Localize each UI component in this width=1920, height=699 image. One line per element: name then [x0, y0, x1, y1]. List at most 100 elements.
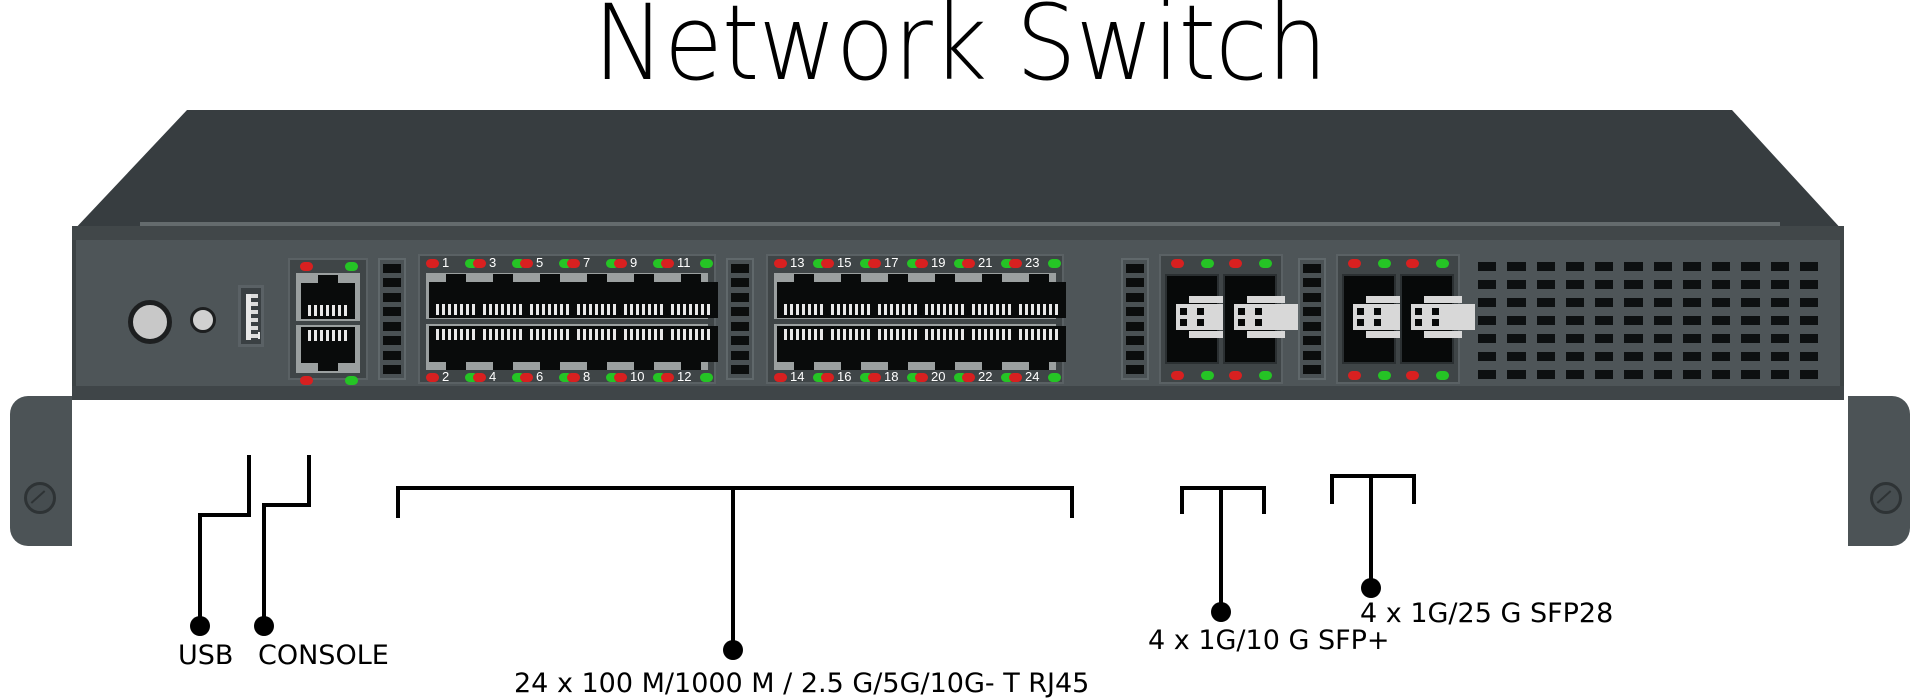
console-led-green-top: [345, 262, 358, 271]
rj45-port-7[interactable]: [570, 274, 624, 318]
rj45-port-17[interactable]: [871, 274, 925, 318]
rj45-port-number-4: 4: [489, 369, 497, 384]
rj45-led-red-15: [821, 259, 834, 268]
console-leader-v1: [307, 455, 311, 505]
rj45-led-red-22: [962, 373, 975, 382]
mode-button[interactable]: [190, 307, 216, 333]
rj45-port-22[interactable]: [965, 326, 1019, 370]
rj45-port-5[interactable]: [523, 274, 577, 318]
rj45-led-green-23: [1048, 259, 1061, 268]
callout-label-rj45: 24 x 100 M/1000 M / 2.5 G/5G/10G- T RJ45: [514, 668, 1090, 699]
rj45-led-red-2: [426, 373, 439, 382]
rj45-led-red-23: [1009, 259, 1022, 268]
sfp28-group-led-bottom-1: [1348, 371, 1361, 380]
rj45-led-red-3: [473, 259, 486, 268]
rj45-led-red-17: [868, 259, 881, 268]
sfp28-group-cage-2[interactable]: [1400, 274, 1475, 364]
rj45-port-21[interactable]: [965, 274, 1019, 318]
rj45-port-number-17: 17: [884, 255, 899, 270]
rj45-led-red-21: [962, 259, 975, 268]
sfpplus-bracket-top: [1180, 486, 1266, 490]
rj45-port-number-23: 23: [1025, 255, 1040, 270]
rj45-port-20[interactable]: [918, 326, 972, 370]
rj45-port-23[interactable]: [1012, 274, 1066, 318]
console-port-2[interactable]: [301, 327, 355, 371]
rj45-led-red-20: [915, 373, 928, 382]
sfp-plus-group-cage-2[interactable]: [1223, 274, 1298, 364]
rj45-port-18[interactable]: [871, 326, 925, 370]
sfp28-bracket-top: [1330, 474, 1416, 478]
chassis-face-edge-left: [72, 240, 76, 400]
rj45-port-number-24: 24: [1025, 369, 1040, 384]
rj45-port-11[interactable]: [664, 274, 718, 318]
sfp28-bracket-stem: [1369, 474, 1373, 584]
rack-ear-left: [10, 396, 72, 546]
vent-strip-4: [1298, 258, 1326, 380]
rj45-port-15[interactable]: [824, 274, 878, 318]
page-title: Network Switch: [593, 0, 1327, 104]
rj45-led-red-7: [567, 259, 580, 268]
rj45-port-number-18: 18: [884, 369, 899, 384]
rj45-port-19[interactable]: [918, 274, 972, 318]
rj45-port-1[interactable]: [429, 274, 483, 318]
rj45-port-3[interactable]: [476, 274, 530, 318]
rj45-port-10[interactable]: [617, 326, 671, 370]
rj45-port-13[interactable]: [777, 274, 831, 318]
rj45-led-red-9: [614, 259, 627, 268]
callout-label-console: CONSOLE: [258, 640, 389, 671]
rj45-port-number-6: 6: [536, 369, 544, 384]
rj45-bracket-stem: [731, 486, 735, 646]
sfp28-group-led-bottom-2: [1378, 371, 1391, 380]
console-port-1[interactable]: [301, 275, 355, 319]
rack-ear-right: [1848, 396, 1910, 546]
rj45-led-red-12: [661, 373, 674, 382]
sfp-plus-group-led-top-1: [1171, 259, 1184, 268]
rj45-port-14[interactable]: [777, 326, 831, 370]
rj45-port-number-15: 15: [837, 255, 852, 270]
rj45-port-number-22: 22: [978, 369, 993, 384]
sfp-plus-group-led-top-2: [1201, 259, 1214, 268]
rj45-port-number-10: 10: [630, 369, 645, 384]
rj45-led-red-8: [567, 373, 580, 382]
callout-label-sfpplus: 4 x 1G/10 G SFP+: [1148, 625, 1390, 656]
rj45-port-number-13: 13: [790, 255, 805, 270]
console-leader-v2: [262, 503, 266, 623]
rj45-port-16[interactable]: [824, 326, 878, 370]
rj45-bracket-right: [1070, 490, 1074, 518]
rj45-port-number-7: 7: [583, 255, 591, 270]
callout-label-sfp28: 4 x 1G/25 G SFP28: [1360, 598, 1614, 629]
rj45-led-red-16: [821, 373, 834, 382]
rj45-led-red-14: [774, 373, 787, 382]
rj45-led-green-24: [1048, 373, 1061, 382]
rj45-port-8[interactable]: [570, 326, 624, 370]
reset-button[interactable]: [128, 300, 172, 344]
rj45-port-12[interactable]: [664, 326, 718, 370]
chassis-face-edge-right: [1840, 240, 1844, 400]
sfp-plus-group-led-top-4: [1259, 259, 1272, 268]
rj45-port-24[interactable]: [1012, 326, 1066, 370]
usb-port[interactable]: [238, 285, 264, 347]
usb-leader-dot: [190, 616, 210, 636]
rj45-port-2[interactable]: [429, 326, 483, 370]
sfp-plus-group-led-bottom-3: [1229, 371, 1242, 380]
rj45-led-red-5: [520, 259, 533, 268]
sfp-plus-group-led-bottom-4: [1259, 371, 1272, 380]
rj45-led-red-13: [774, 259, 787, 268]
rj45-port-9[interactable]: [617, 274, 671, 318]
sfp28-leader-dot: [1361, 578, 1381, 598]
screw-icon: [1870, 482, 1902, 514]
sfp-plus-group-cage-1[interactable]: [1165, 274, 1240, 364]
rj45-port-4[interactable]: [476, 326, 530, 370]
rj45-led-red-6: [520, 373, 533, 382]
rj45-led-green-12: [700, 373, 713, 382]
vent-strip-3: [1121, 258, 1149, 380]
console-leader-dot: [254, 616, 274, 636]
usb-leader-v2: [198, 513, 202, 623]
rj45-led-red-11: [661, 259, 674, 268]
rj45-port-6[interactable]: [523, 326, 577, 370]
sfp28-group-led-bottom-4: [1436, 371, 1449, 380]
chassis-bottom-rail: [72, 386, 1844, 400]
sfp28-group-cage-1[interactable]: [1342, 274, 1417, 364]
rj45-port-number-5: 5: [536, 255, 544, 270]
sfp28-group-led-top-2: [1378, 259, 1391, 268]
